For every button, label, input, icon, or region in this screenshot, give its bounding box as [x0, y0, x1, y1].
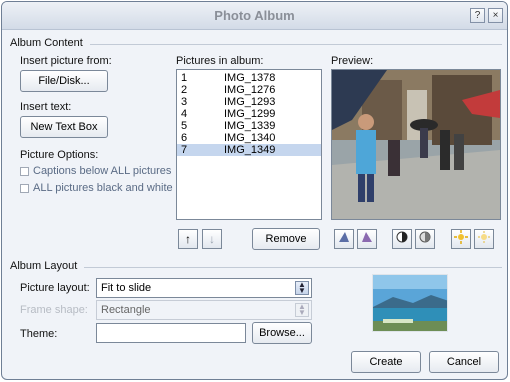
picture-name: IMG_1299: [224, 108, 276, 120]
picture-name: IMG_1378: [224, 72, 276, 84]
less-contrast-button[interactable]: [415, 229, 435, 249]
rotate-left-icon: [339, 232, 349, 242]
rotate-left-button[interactable]: [334, 229, 354, 249]
album-layout-heading: Album Layout: [10, 260, 78, 272]
picture-number: 2: [181, 84, 188, 96]
dialog-title: Photo Album: [214, 8, 295, 23]
picture-number: 5: [181, 120, 188, 132]
black-white-checkbox[interactable]: [20, 184, 29, 193]
picture-layout-select[interactable]: Fit to slide ▲ ▼: [96, 278, 312, 298]
picture-list-item[interactable]: 4 IMG_1299: [177, 108, 321, 120]
move-up-button[interactable]: ↑: [178, 229, 198, 249]
rotate-right-button[interactable]: [357, 229, 377, 249]
frame-shape-dropdown-icon: ▲ ▼: [295, 303, 309, 317]
insert-text-label: Insert text:: [20, 101, 72, 113]
picture-options-label: Picture Options:: [20, 149, 99, 161]
more-brightness-button[interactable]: [451, 229, 471, 249]
pictures-listbox[interactable]: 1 IMG_1378 2 IMG_1276 3 IMG_1293 4 IMG_1299 5 IMG…: [176, 69, 322, 220]
close-button[interactable]: ×: [488, 8, 503, 23]
arrow-up-icon: ↑: [185, 232, 191, 246]
move-down-button[interactable]: ↓: [202, 229, 222, 249]
help-button[interactable]: ?: [470, 8, 485, 23]
brightness-up-icon: [454, 230, 468, 244]
landscape-thumbnail: [373, 275, 447, 331]
picture-name: IMG_1339: [224, 120, 276, 132]
picture-name: IMG_1276: [224, 84, 276, 96]
file-disk-button[interactable]: File/Disk...: [20, 70, 108, 92]
picture-name: IMG_1349: [224, 144, 276, 156]
picture-list-item[interactable]: 3 IMG_1293: [177, 96, 321, 108]
preview-label: Preview:: [331, 55, 374, 67]
new-text-box-button[interactable]: New Text Box: [20, 116, 108, 138]
captions-label[interactable]: Captions below ALL pictures: [33, 165, 171, 177]
album-content-heading: Album Content: [10, 37, 83, 49]
picture-number: 6: [181, 132, 188, 144]
insert-picture-label: Insert picture from:: [20, 55, 112, 67]
picture-number: 7: [181, 144, 188, 156]
contrast-down-icon: [419, 231, 431, 243]
street-scene-photo: [332, 70, 500, 219]
picture-list-item[interactable]: 2 IMG_1276: [177, 84, 321, 96]
theme-input[interactable]: [96, 323, 246, 343]
arrow-down-icon: ↓: [209, 232, 215, 246]
picture-number: 1: [181, 72, 188, 84]
captions-checkbox[interactable]: [20, 167, 29, 176]
picture-layout-dropdown-icon[interactable]: ▲ ▼: [295, 281, 309, 295]
rotate-right-icon: [362, 232, 372, 242]
preview-image: [331, 69, 501, 220]
remove-button[interactable]: Remove: [252, 228, 320, 250]
less-brightness-button[interactable]: [474, 229, 494, 249]
photo-album-dialog: Photo Album ? × Album Content Insert pic…: [1, 1, 508, 380]
more-contrast-button[interactable]: [392, 229, 412, 249]
theme-label: Theme:: [20, 328, 58, 340]
picture-list-item[interactable]: 5 IMG_1339: [177, 120, 321, 132]
album-layout-divider: [84, 267, 502, 268]
pictures-in-album-label: Pictures in album:: [176, 55, 264, 67]
brightness-down-icon: [478, 231, 490, 243]
picture-number: 4: [181, 108, 188, 120]
picture-list-item[interactable]: 6 IMG_1340: [177, 132, 321, 144]
black-white-label[interactable]: ALL pictures black and white: [33, 182, 173, 194]
frame-shape-value: Rectangle: [101, 304, 151, 316]
picture-layout-label: Picture layout:: [20, 282, 90, 294]
cancel-button[interactable]: Cancel: [429, 351, 499, 373]
album-content-divider: [90, 44, 502, 45]
contrast-up-icon: [396, 231, 408, 243]
picture-list-item[interactable]: 7 IMG_1349: [177, 144, 321, 156]
create-button[interactable]: Create: [351, 351, 421, 373]
picture-name: IMG_1293: [224, 96, 276, 108]
layout-preview-thumbnail: [372, 274, 448, 332]
title-bar[interactable]: Photo Album ? ×: [2, 2, 507, 30]
frame-shape-label: Frame shape:: [20, 304, 88, 316]
picture-name: IMG_1340: [224, 132, 276, 144]
picture-list-item[interactable]: 1 IMG_1378: [177, 72, 321, 84]
browse-button[interactable]: Browse...: [252, 322, 312, 344]
frame-shape-select: Rectangle ▲ ▼: [96, 300, 312, 320]
picture-layout-value: Fit to slide: [101, 282, 152, 294]
picture-number: 3: [181, 96, 188, 108]
